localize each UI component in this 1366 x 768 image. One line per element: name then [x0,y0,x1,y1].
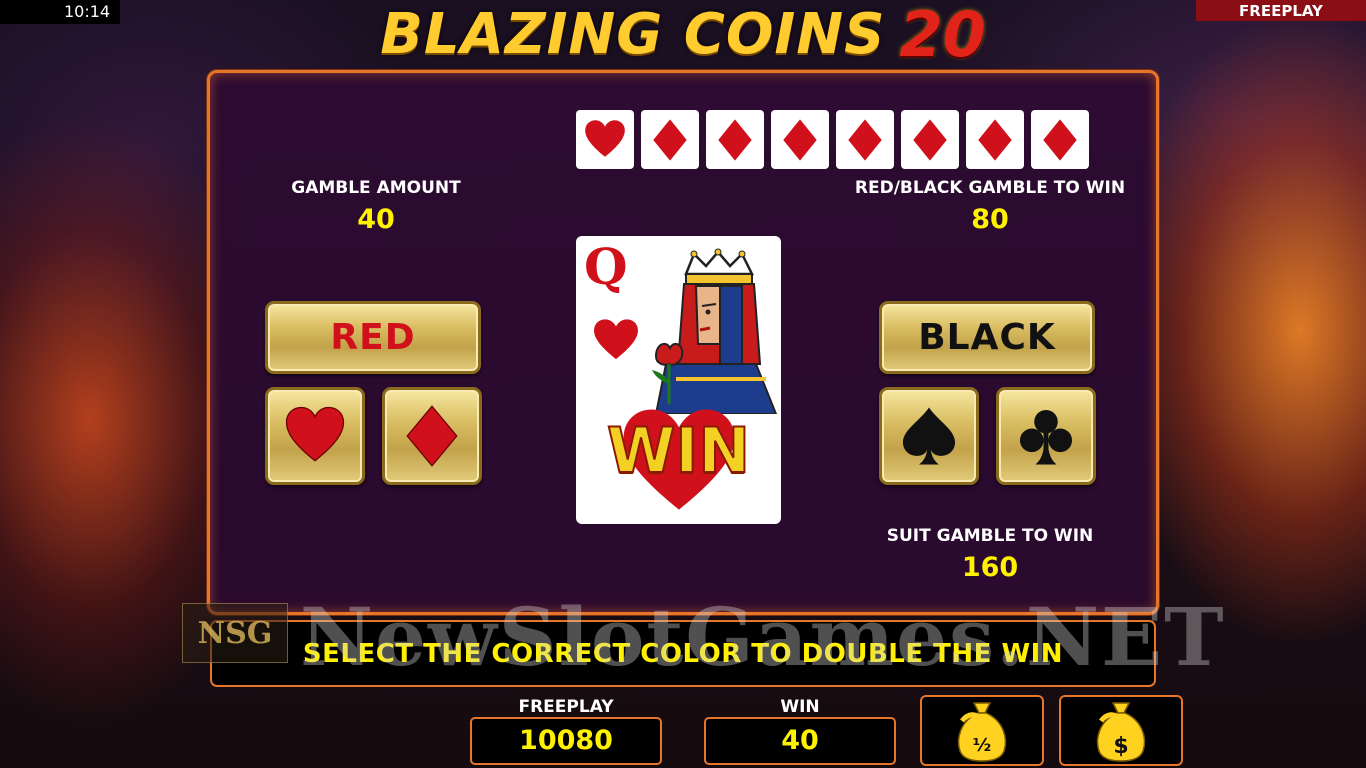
heart-icon [285,406,345,462]
full-gamble-button[interactable]: $ [1059,695,1183,766]
win-meter-value: 40 [704,717,896,765]
diamond-icon [718,118,752,161]
suit-gamble-win-label: SUIT GAMBLE TO WIN [886,526,1094,546]
history-card [836,110,894,169]
history-card [1031,110,1089,169]
game-title-number: 20 [899,0,986,71]
history-card [576,110,634,169]
queen-illustration [652,248,778,414]
freeplay-meter-value: 10080 [470,717,662,765]
watermark-text: NewSlotGames.NET [300,590,1226,684]
svg-text:½: ½ [973,735,992,756]
red-black-win-label: RED/BLACK GAMBLE TO WIN [854,178,1126,198]
diamond-suit-button[interactable] [382,387,482,485]
win-overlay-text: WIN [606,413,751,488]
gamble-amount-value: 40 [357,204,395,235]
game-title-text: BLAZING COINS [380,2,886,67]
history-card [966,110,1024,169]
black-button-label: BLACK [918,317,1056,358]
heart-icon [585,119,625,157]
red-button[interactable]: RED [265,301,481,374]
diamond-icon [1043,118,1077,161]
red-button-label: RED [330,317,416,358]
card-rank: Q [584,237,628,296]
queen-of-hearts-card: Q WIN [576,236,781,524]
watermark-logo: NSG [182,603,288,663]
history-card [771,110,829,169]
spade-icon [902,407,956,465]
diamond-icon [978,118,1012,161]
watermark-logo-text: NSG [197,615,273,651]
money-bag-dollar-icon: $ [1096,701,1146,762]
heart-icon [594,319,638,360]
diamond-icon [913,118,947,161]
card-history [576,110,1089,170]
svg-text:$: $ [1113,734,1128,759]
money-bag-half-icon: ½ [957,701,1007,762]
club-icon [1019,409,1073,465]
diamond-icon [406,405,458,467]
club-suit-button[interactable] [996,387,1096,485]
spade-suit-button[interactable] [879,387,979,485]
heart-suit-button[interactable] [265,387,365,485]
diamond-icon [848,118,882,161]
diamond-icon [653,118,687,161]
gamble-amount-label: GAMBLE AMOUNT [291,178,461,198]
black-button[interactable]: BLACK [879,301,1095,374]
diamond-icon [783,118,817,161]
win-meter-label: WIN [780,697,820,717]
game-title: BLAZING COINS 20 [0,0,1366,71]
half-gamble-button[interactable]: ½ [920,695,1044,766]
suit-gamble-win-value: 160 [961,552,1019,583]
history-card [901,110,959,169]
history-card [706,110,764,169]
freeplay-meter-label: FREEPLAY [518,697,614,717]
red-black-win-value: 80 [971,204,1009,235]
history-card [641,110,699,169]
